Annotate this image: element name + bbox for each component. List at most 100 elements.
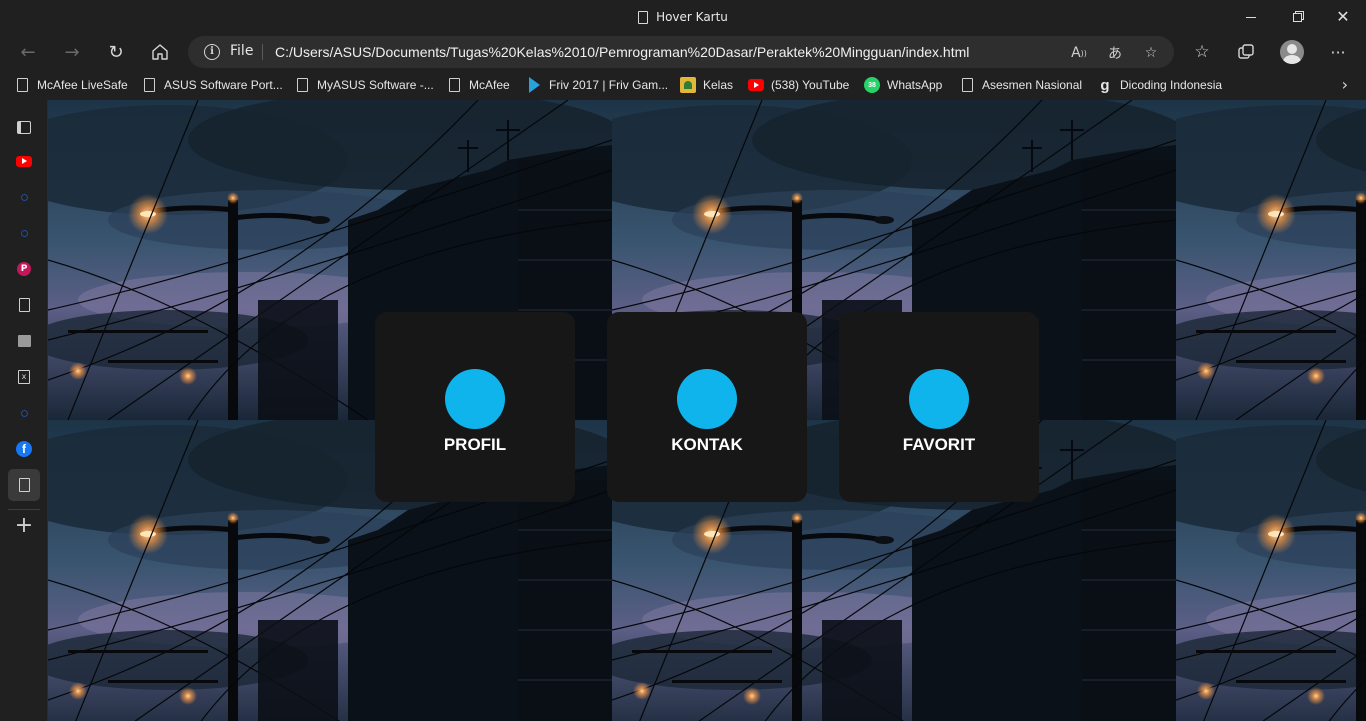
profile-avatar[interactable]	[1280, 40, 1304, 64]
home-button[interactable]	[145, 37, 175, 67]
document-icon	[17, 78, 28, 92]
address-divider	[262, 44, 263, 60]
collections-button[interactable]	[1231, 37, 1261, 67]
scheme-label: File	[230, 43, 254, 59]
sidebar-document-x[interactable]: x	[12, 365, 36, 389]
bookmark-asesmen-nasional[interactable]: Asesmen Nasional	[960, 75, 1082, 95]
card-circle	[445, 369, 505, 429]
favorites-button[interactable]: ☆	[1187, 37, 1217, 67]
sidebar-tab-actions[interactable]	[12, 115, 36, 139]
address-bar[interactable]: i File C:/Users/ASUS/Documents/Tugas%20K…	[188, 36, 1174, 68]
card-circle	[677, 369, 737, 429]
bookmark-label: Dicoding Indonesia	[1120, 78, 1223, 92]
favorites-bar: McAfee LiveSafe ASUS Software Port... My…	[0, 70, 1366, 100]
plus-icon: +	[14, 513, 34, 538]
document-icon	[962, 78, 973, 92]
background-tile	[1176, 100, 1366, 420]
add-favorite-icon[interactable]: ☆	[1140, 42, 1162, 64]
chevron-right-icon[interactable]: ›	[1342, 75, 1348, 94]
sidebar-search-3[interactable]	[12, 401, 36, 425]
card-label: KONTAK	[671, 435, 743, 454]
favorites-icon: ☆	[1194, 42, 1210, 62]
bookmark-label: WhatsApp	[887, 78, 943, 92]
background-tile	[1176, 420, 1366, 721]
page-viewport: PROFIL KONTAK FAVORIT	[48, 100, 1366, 721]
sidebar-add-button[interactable]: +	[12, 514, 36, 538]
card-label: FAVORIT	[902, 435, 976, 454]
excel-document-icon: x	[18, 370, 30, 384]
restore-icon	[1292, 12, 1302, 22]
sidebar-contact[interactable]	[12, 329, 36, 353]
bookmark-youtube[interactable]: (538) YouTube	[748, 75, 849, 95]
sidebar-search-1[interactable]	[12, 185, 36, 209]
bookmark-label: Friv 2017 | Friv Gam...	[549, 78, 669, 92]
bookmark-mcafee[interactable]: McAfee	[447, 75, 510, 95]
sidebar-facebook[interactable]: f	[12, 437, 36, 461]
contact-icon	[17, 335, 31, 347]
sidebar-pinterest[interactable]: P	[12, 257, 36, 281]
sidebar-active-page[interactable]	[8, 469, 40, 501]
friv-icon	[529, 77, 540, 93]
bookmark-label: Kelas	[703, 78, 734, 92]
refresh-icon: ↻	[108, 41, 124, 63]
facebook-icon: f	[16, 441, 32, 457]
bookmark-whatsapp[interactable]: 38 WhatsApp	[864, 75, 942, 95]
bookmark-label: (538) YouTube	[771, 78, 850, 92]
collections-icon	[1238, 44, 1254, 59]
forward-button[interactable]: →	[57, 37, 87, 67]
youtube-icon	[748, 79, 764, 91]
card-favorit[interactable]: FAVORIT	[839, 312, 1039, 502]
tab-actions-icon	[17, 120, 31, 134]
back-button[interactable]: ←	[13, 37, 43, 67]
minimize-icon	[1246, 16, 1256, 18]
window-title: Hover Kartu	[0, 0, 1366, 34]
document-icon	[449, 78, 460, 92]
search-icon	[20, 193, 28, 201]
bookmark-dicoding[interactable]: g Dicoding Indonesia	[1097, 75, 1222, 95]
bookmark-label: McAfee LiveSafe	[37, 78, 128, 92]
title-bar: Hover Kartu ✕	[0, 0, 1366, 34]
restore-button[interactable]	[1274, 0, 1320, 34]
bookmark-label: MyASUS Software -...	[317, 78, 434, 92]
search-icon	[20, 409, 28, 417]
document-icon	[144, 78, 155, 92]
close-icon: ✕	[1336, 7, 1350, 26]
bookmark-mcafee-livesafe[interactable]: McAfee LiveSafe	[15, 75, 128, 95]
refresh-button[interactable]: ↻	[101, 37, 131, 67]
back-arrow-icon: ←	[20, 41, 36, 63]
bookmark-friv[interactable]: Friv 2017 | Friv Gam...	[527, 75, 668, 95]
document-icon	[18, 478, 30, 492]
bookmark-kelas[interactable]: Kelas	[680, 75, 733, 95]
read-aloud-icon[interactable]: A))	[1068, 42, 1090, 64]
browser-toolbar: ← → ↻ i File C:/Users/ASUS/Documents/Tug…	[0, 34, 1366, 70]
sidebar-document[interactable]	[12, 293, 36, 317]
home-icon	[152, 44, 168, 60]
youtube-icon	[16, 155, 32, 167]
classroom-icon	[680, 77, 696, 93]
sidebar-divider	[8, 509, 40, 510]
card-circle	[909, 369, 969, 429]
close-window-button[interactable]: ✕	[1320, 0, 1366, 34]
page-icon	[638, 10, 649, 24]
bookmark-label: McAfee	[469, 78, 510, 92]
more-options-icon: ···	[1330, 42, 1346, 62]
card-profil[interactable]: PROFIL	[375, 312, 575, 502]
bookmark-label: Asesmen Nasional	[982, 78, 1083, 92]
info-icon[interactable]: i	[204, 44, 220, 60]
url-text[interactable]: C:/Users/ASUS/Documents/Tugas%20Kelas%20…	[275, 44, 969, 60]
bookmark-label: ASUS Software Port...	[164, 78, 283, 92]
card-kontak[interactable]: KONTAK	[607, 312, 807, 502]
bookmark-asus-software-portal[interactable]: ASUS Software Port...	[142, 75, 283, 95]
minimize-button[interactable]	[1228, 0, 1274, 34]
document-icon	[18, 298, 30, 312]
translate-icon[interactable]: あ	[1104, 42, 1126, 64]
whatsapp-icon: 38	[864, 77, 880, 93]
search-icon	[20, 229, 28, 237]
sidebar: P x f +	[0, 100, 48, 721]
window-title-text: Hover Kartu	[656, 10, 728, 24]
bookmark-myasus-software[interactable]: MyASUS Software -...	[295, 75, 434, 95]
dicoding-icon: g	[1100, 76, 1110, 94]
sidebar-youtube[interactable]	[12, 149, 36, 173]
sidebar-search-2[interactable]	[12, 221, 36, 245]
settings-menu-button[interactable]: ···	[1323, 37, 1353, 67]
